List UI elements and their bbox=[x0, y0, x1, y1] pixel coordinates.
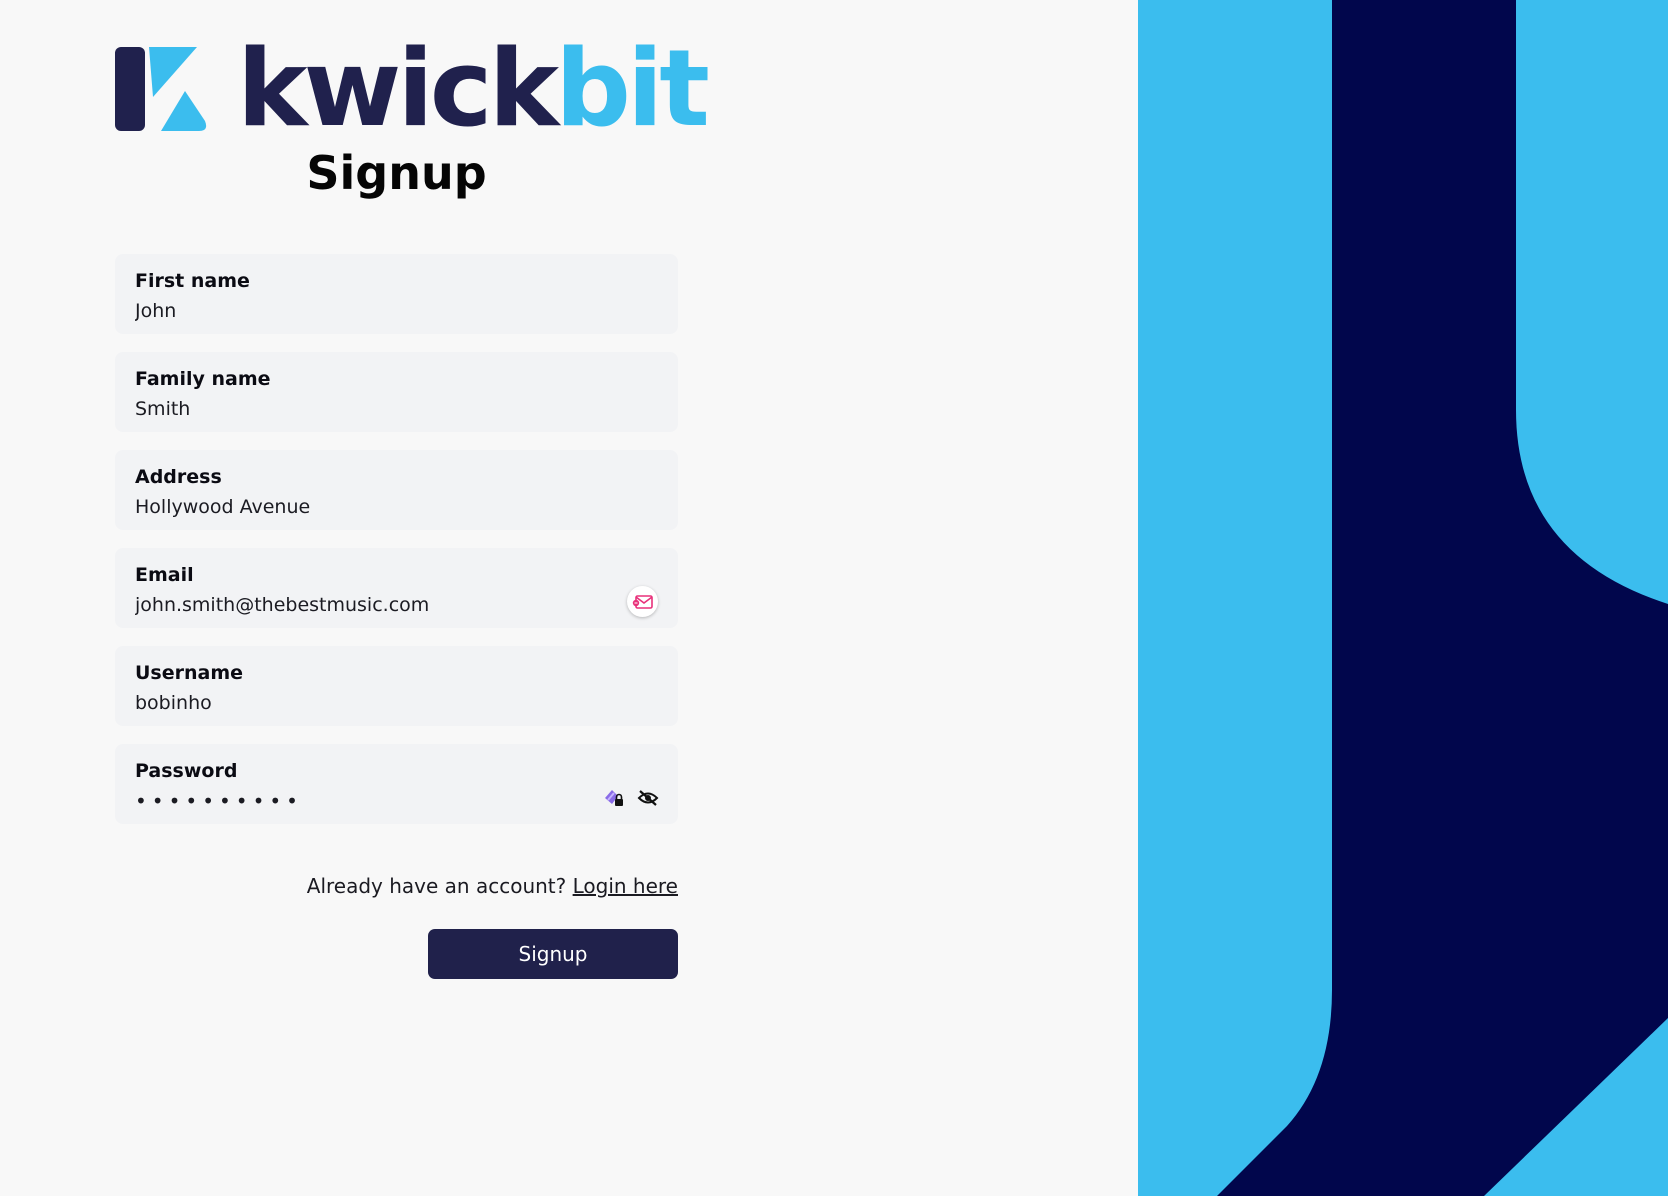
eye-off-glyph bbox=[637, 790, 659, 806]
eye-off-icon[interactable] bbox=[636, 787, 660, 809]
password-input[interactable] bbox=[135, 787, 605, 815]
first-name-label: First name bbox=[135, 270, 250, 292]
email-input[interactable] bbox=[135, 591, 605, 619]
password-label: Password bbox=[135, 760, 238, 782]
password-manager-glyph bbox=[605, 790, 623, 806]
username-label: Username bbox=[135, 662, 244, 684]
brand-logo: kwickbit bbox=[115, 36, 710, 142]
mail-alert-glyph bbox=[632, 594, 653, 609]
account-prompt-text: Already have an account? bbox=[306, 874, 567, 898]
family-name-label: Family name bbox=[135, 368, 271, 390]
signup-button[interactable]: Signup bbox=[428, 929, 678, 979]
family-name-field[interactable]: Family name bbox=[115, 352, 678, 432]
family-name-input[interactable] bbox=[135, 395, 605, 423]
login-prompt: Already have an account? Login here bbox=[115, 871, 678, 901]
first-name-input[interactable] bbox=[135, 297, 605, 325]
signup-page: kwickbit Signup First name Family name A… bbox=[0, 0, 1668, 1196]
brand-name-part2: bit bbox=[555, 27, 710, 150]
username-input[interactable] bbox=[135, 689, 605, 717]
brand-decoration bbox=[1138, 0, 1668, 1196]
password-actions bbox=[602, 787, 660, 809]
decorative-panel bbox=[1138, 0, 1668, 1196]
mail-alert-icon[interactable] bbox=[627, 586, 658, 617]
address-label: Address bbox=[135, 466, 222, 488]
email-field[interactable]: Email bbox=[115, 548, 678, 628]
password-field[interactable]: Password bbox=[115, 744, 678, 824]
kwickbit-logo-mark bbox=[115, 47, 207, 131]
page-title: Signup bbox=[306, 146, 487, 200]
email-label: Email bbox=[135, 564, 194, 586]
login-link[interactable]: Login here bbox=[573, 874, 678, 898]
address-input[interactable] bbox=[135, 493, 605, 521]
address-field[interactable]: Address bbox=[115, 450, 678, 530]
brand-name-part1: kwick bbox=[237, 27, 559, 150]
signup-panel: kwickbit Signup First name Family name A… bbox=[0, 0, 1138, 1196]
first-name-field[interactable]: First name bbox=[115, 254, 678, 334]
password-manager-icon[interactable] bbox=[602, 787, 626, 809]
username-field[interactable]: Username bbox=[115, 646, 678, 726]
brand-wordmark: kwickbit bbox=[237, 36, 710, 142]
